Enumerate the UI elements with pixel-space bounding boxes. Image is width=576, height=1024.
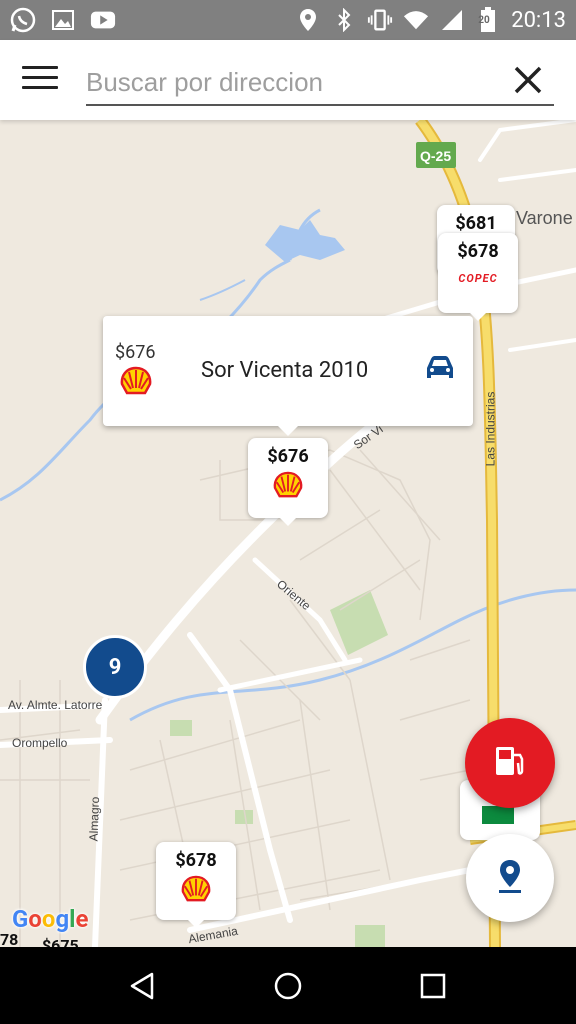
card-address: Sor Vicenta 2010: [201, 358, 369, 383]
fuel-filter-button[interactable]: [465, 718, 555, 808]
marker-price: $678: [175, 850, 217, 871]
fuel-pump-icon: [490, 741, 530, 785]
shell-logo-icon: [248, 471, 328, 503]
marker-price: $676: [267, 446, 309, 467]
home-icon[interactable]: [263, 961, 313, 1011]
bluetooth-icon: [331, 7, 357, 33]
status-bar-notifications: [10, 7, 116, 33]
battery-level: 20: [478, 15, 490, 26]
status-bar: 20 20:13: [0, 0, 576, 40]
road-label-orompello: Orompello: [12, 736, 68, 750]
marker-price: $681: [455, 213, 497, 234]
system-nav-bar: [0, 947, 576, 1024]
search-input[interactable]: [86, 60, 554, 106]
image-icon: [50, 7, 76, 33]
my-location-button[interactable]: [466, 834, 554, 922]
menu-icon[interactable]: [22, 66, 58, 94]
route-shield-label: Q-25: [420, 148, 452, 164]
station-marker-copec[interactable]: $678 COPEC: [438, 233, 518, 321]
status-time: 20:13: [511, 7, 566, 33]
copec-logo: COPEC: [458, 272, 498, 285]
status-bar-system: 20 20:13: [295, 7, 566, 33]
station-cluster-marker[interactable]: 9: [83, 635, 147, 699]
back-icon[interactable]: [118, 961, 168, 1011]
whatsapp-icon: [10, 7, 36, 33]
youtube-icon: [90, 7, 116, 33]
marker-price: $678: [457, 241, 499, 262]
road-label-almagro: Almagro: [86, 796, 103, 842]
station-info-card[interactable]: $676 Sor Vicenta 2010: [103, 316, 473, 436]
road-label-las-industrias: Las Industrias: [483, 391, 498, 467]
place-label-varone: Varone: [516, 208, 573, 228]
station-logo-icon: [482, 806, 514, 824]
station-marker-shell[interactable]: $676: [248, 438, 328, 526]
close-icon[interactable]: [510, 62, 546, 98]
recents-icon[interactable]: [408, 961, 458, 1011]
signal-icon: [439, 7, 465, 33]
card-price: $676: [115, 342, 156, 363]
road-label-almte-latorre: Av. Almte. Latorre: [8, 698, 103, 712]
station-marker-shell[interactable]: $678: [156, 842, 236, 928]
shell-logo-icon: [156, 875, 236, 907]
location-icon: [295, 7, 321, 33]
search-app-bar: [0, 40, 576, 120]
vibrate-icon: [367, 7, 393, 33]
google-logo: Google: [12, 905, 89, 933]
car-icon[interactable]: [423, 354, 457, 386]
partial-price-marker[interactable]: $675: [42, 936, 79, 947]
battery-icon: 20: [475, 7, 501, 33]
shell-logo-icon: [119, 366, 153, 400]
map-view[interactable]: Q-25 Varone Las Industrias Sor Vi Orient…: [0, 120, 576, 947]
wifi-icon: [403, 7, 429, 33]
map-pin-icon: [496, 858, 524, 898]
